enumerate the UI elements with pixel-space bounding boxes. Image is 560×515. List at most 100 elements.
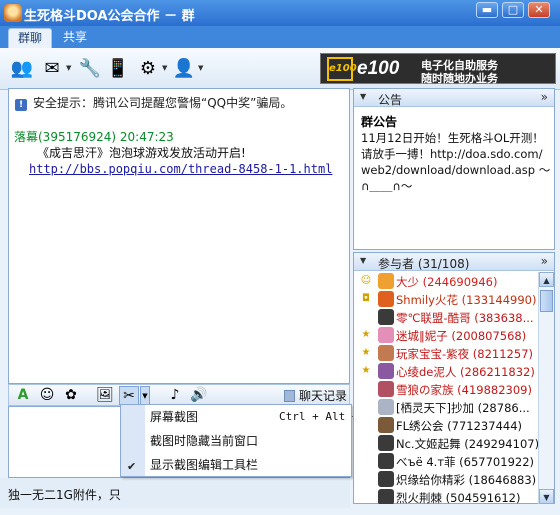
avatar <box>378 489 394 504</box>
avatar <box>378 435 394 451</box>
role-badge-icon <box>360 419 372 431</box>
member-item[interactable]: 零℃联盟-酷哥 (383638... <box>354 308 539 326</box>
member-name: 零℃联盟-酷哥 (383638... <box>396 311 534 325</box>
expand-icon[interactable]: » <box>541 254 548 268</box>
minimize-button[interactable]: ▬ <box>476 2 498 18</box>
role-badge-icon <box>360 383 372 395</box>
member-name: 大少 (244690946) <box>396 275 498 289</box>
tab-share[interactable]: 共享 <box>54 28 96 48</box>
title-bar[interactable]: 生死格斗DOA公会合作 － 群 ▬ □ ✕ <box>0 0 560 26</box>
member-item[interactable]: 雪狼の家族 (419882309) <box>354 380 539 398</box>
font-icon[interactable]: A <box>13 386 33 405</box>
mail-icon[interactable]: ✉ <box>38 54 66 82</box>
collapse-icon[interactable]: ▼ <box>360 92 366 101</box>
member-name: 心绫de泥人 (286211832) <box>396 365 535 379</box>
announcement-body: 11月12日开始！生死格斗OL开测！请放手一搏！http://doa.sdo.c… <box>361 131 551 193</box>
member-item[interactable]: ★ 迷城‖妮子 (200807568) <box>354 326 539 344</box>
settings-icon[interactable]: ⚙ <box>134 54 162 82</box>
vip-badge-icon: ★ <box>361 347 371 358</box>
member-item[interactable]: 烈火荆棘 (504591612) <box>354 488 539 504</box>
member-item[interactable]: ★ 玩家宝宝-紫夜 (8211257) <box>354 344 539 362</box>
window-title: 生死格斗DOA公会合作 － 群 <box>24 9 195 24</box>
announcement-header[interactable]: ▼ 公告 » <box>354 89 554 107</box>
security-notice-text: 安全提示：腾讯公司提醒您警惕“QQ中奖”骗局。 <box>33 96 293 110</box>
member-item[interactable]: Nc.文姬起舞 (249294107) <box>354 434 539 452</box>
tools-icon[interactable]: 🔧 <box>76 54 104 82</box>
scroll-down-icon[interactable]: ▼ <box>539 489 554 504</box>
member-item[interactable]: べъё 4.т菲 (657701922) <box>354 452 539 470</box>
scroll-thumb[interactable] <box>540 290 553 312</box>
owner-badge-icon: ☺ <box>360 275 372 286</box>
member-name: べъё 4.т菲 (657701922) <box>396 455 535 469</box>
member-name: 玩家宝宝-紫夜 (8211257) <box>396 347 533 361</box>
menu-item-hide-window[interactable]: 截图时隐藏当前窗口 <box>145 430 351 452</box>
member-item[interactable]: 炽缘给你精彩 (18646883) <box>354 470 539 488</box>
announcement-header-title: 公告 <box>378 93 403 107</box>
member-list[interactable]: ☺ 大少 (244690946) ◘ Shmily火花 (133144990) 零℃联盟… <box>354 272 539 504</box>
member-item[interactable]: [栖灵天下]抄加 (28786... <box>354 398 539 416</box>
ad-banner[interactable]: e100 e100 电子化自助服务 随时随地办业务 <box>320 53 556 85</box>
menu-item-screenshot[interactable]: 屏幕截图 Ctrl + Alt + A <box>145 406 372 428</box>
avatar <box>378 309 394 325</box>
menu-item-label: 截图时隐藏当前窗口 <box>150 434 259 448</box>
announcement-panel: ▼ 公告 » 群公告 11月12日开始！生死格斗OL开测！请放手一搏！http:… <box>353 88 555 250</box>
members-icon[interactable]: 👥 <box>8 54 36 82</box>
member-item[interactable]: FL绣公会 (771237444) <box>354 416 539 434</box>
screenshot-menu: 屏幕截图 Ctrl + Alt + A 截图时隐藏当前窗口 ✔ 显示截图编辑工具… <box>120 404 372 477</box>
message-link[interactable]: http://bbs.popqiu.com/thread-8458-1-1.ht… <box>29 162 332 176</box>
member-item[interactable]: ◘ Shmily火花 (133144990) <box>354 290 539 308</box>
chat-history-button[interactable]: 聊天记录 <box>283 387 347 404</box>
maximize-button[interactable]: □ <box>502 2 524 18</box>
footer-bar: 独一无二1G附件，只 <box>0 478 350 508</box>
ad-line-2: 随时随地办业务 <box>421 72 498 85</box>
chat-history[interactable]: ! 安全提示：腾讯公司提醒您警惕“QQ中奖”骗局。 落幕(395176924) 2… <box>8 88 350 384</box>
role-badge-icon <box>360 455 372 467</box>
member-name: 烈火荆棘 (504591612) <box>396 491 521 504</box>
chat-history-label: 聊天记录 <box>298 389 347 403</box>
group-manage-icon[interactable]: 👤 <box>170 54 198 82</box>
member-name: 雪狼の家族 (419882309) <box>396 383 532 397</box>
member-name: 迷城‖妮子 (200807568) <box>396 329 527 343</box>
scroll-up-icon[interactable]: ▲ <box>539 272 554 287</box>
member-item[interactable]: ★ 心绫de泥人 (286211832) <box>354 362 539 380</box>
member-name: FL绣公会 (771237444) <box>396 419 522 433</box>
music-icon[interactable]: ♪ <box>165 386 185 405</box>
chevron-down-icon[interactable]: ▼ <box>198 64 203 72</box>
format-toolbar: A ☺ ✿ 🖼 ✂ ▼ ♪ 🔊 聊天记录 <box>8 384 350 406</box>
group-chat-icon <box>4 4 22 22</box>
magic-emoticon-icon[interactable]: ✿ <box>61 386 81 405</box>
screenshot-icon[interactable]: ✂ <box>119 386 139 405</box>
security-notice: ! 安全提示：腾讯公司提醒您警惕“QQ中奖”骗局。 <box>15 94 292 111</box>
menu-item-label: 显示截图编辑工具栏 <box>150 458 259 472</box>
footer-text[interactable]: 独一无二1G附件，只 <box>8 486 121 503</box>
chevron-down-icon[interactable]: ▼ <box>66 64 71 72</box>
chevron-down-icon[interactable]: ▼ <box>140 386 150 405</box>
ad-brand: e100 <box>357 58 400 79</box>
mobile-icon[interactable]: 📱 <box>104 54 132 82</box>
voice-icon[interactable]: 🔊 <box>189 386 209 405</box>
expand-icon[interactable]: » <box>541 90 548 104</box>
collapse-icon[interactable]: ▼ <box>360 256 366 265</box>
avatar <box>378 363 394 379</box>
avatar <box>378 273 394 289</box>
menu-item-show-edit-toolbar[interactable]: 显示截图编辑工具栏 <box>145 454 351 476</box>
close-button[interactable]: ✕ <box>528 2 550 18</box>
role-badge-icon <box>360 491 372 503</box>
role-badge-icon <box>360 437 372 449</box>
members-header[interactable]: ▼ 参与者 (31/108) » <box>354 253 554 271</box>
emoticon-icon[interactable]: ☺ <box>37 386 57 405</box>
tab-group-chat[interactable]: 群聊 <box>8 28 53 48</box>
member-item[interactable]: ☺ 大少 (244690946) <box>354 272 539 290</box>
role-badge-icon <box>360 401 372 413</box>
chevron-down-icon[interactable]: ▼ <box>162 64 167 72</box>
message-sender: 落幕(395176924) 20:47:23 <box>14 130 174 144</box>
send-image-icon[interactable]: 🖼 <box>95 386 115 405</box>
member-scrollbar[interactable]: ▲ ▼ <box>538 272 554 504</box>
avatar <box>378 417 394 433</box>
admin-badge-icon: ◘ <box>362 293 370 304</box>
role-badge-icon <box>360 473 372 485</box>
ad-logo: e100 <box>327 57 357 81</box>
avatar <box>378 291 394 307</box>
member-name: Nc.文姬起舞 (249294107) <box>396 437 539 451</box>
member-name: Shmily火花 (133144990) <box>396 293 537 307</box>
